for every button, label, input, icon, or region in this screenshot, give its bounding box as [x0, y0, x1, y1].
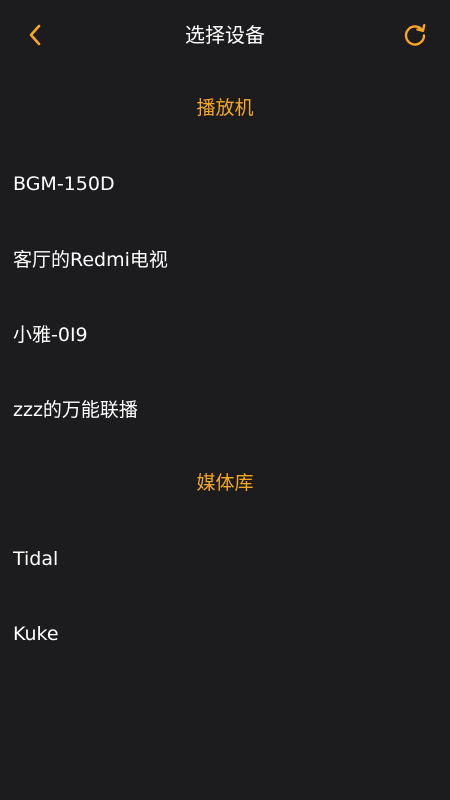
- device-item-living-room-tv[interactable]: 客厅的Redmi电视: [0, 221, 450, 296]
- device-item-bgm-150d[interactable]: BGM-150D: [0, 146, 450, 221]
- device-item-universal-cast[interactable]: zzz的万能联播: [0, 371, 450, 446]
- library-item-kuke[interactable]: Kuke: [0, 596, 450, 671]
- library-item-label: Tidal: [13, 547, 59, 570]
- header-bar: 选择设备: [0, 0, 450, 70]
- section-header-media-library: 媒体库: [196, 472, 254, 494]
- device-item-label: 客厅的Redmi电视: [13, 249, 168, 271]
- refresh-button[interactable]: [400, 20, 430, 50]
- device-item-label: BGM-150D: [13, 172, 115, 195]
- page-title: 选择设备: [185, 23, 265, 47]
- device-item-label: 小雅-0I9: [13, 324, 88, 346]
- device-item-xiaoya[interactable]: 小雅-0I9: [0, 296, 450, 371]
- library-item-tidal[interactable]: Tidal: [0, 521, 450, 596]
- device-item-label: zzz的万能联播: [13, 399, 138, 421]
- refresh-icon: [404, 24, 426, 46]
- library-item-label: Kuke: [13, 622, 59, 645]
- section-header-players: 播放机: [196, 97, 254, 119]
